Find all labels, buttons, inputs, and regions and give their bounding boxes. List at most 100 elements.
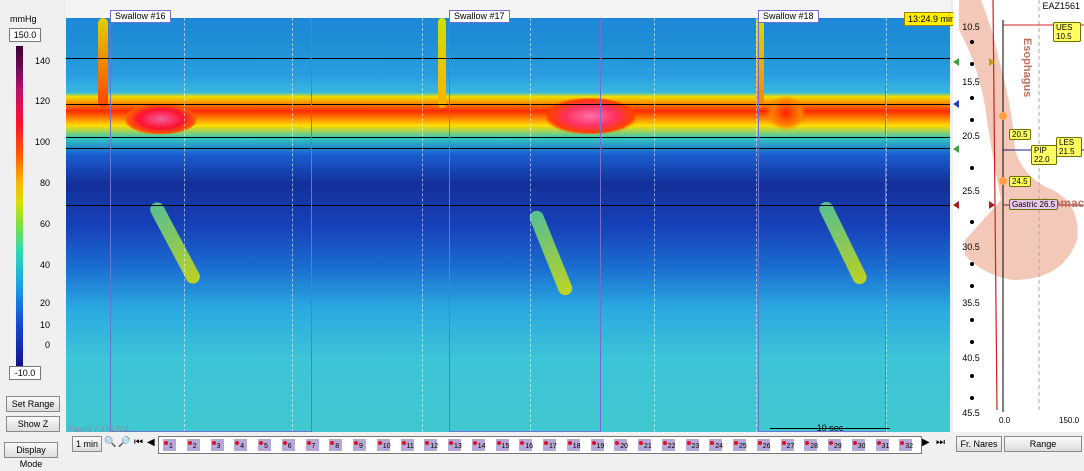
timeline-swallow-item[interactable]: 8 (329, 439, 343, 451)
timeline-swallow-item[interactable]: 19 (590, 439, 605, 451)
range-button[interactable]: Range (1004, 436, 1082, 452)
timeline-marker-dot (401, 441, 406, 445)
timeline-item-number: 18 (572, 443, 581, 450)
timeline-swallow-item[interactable]: 32 (899, 439, 914, 451)
swallow-window[interactable] (758, 18, 886, 432)
anatomy-panel[interactable]: EAZ1561 10.5 15.5 20.5 25.5 30.5 35.5 40… (953, 0, 1084, 432)
ues-tag[interactable]: UES 10.5 (1053, 22, 1081, 42)
timeline-marker-dot (377, 441, 382, 445)
swallow-label[interactable]: Swallow #17 (449, 10, 510, 23)
pressure-topography-plot[interactable] (66, 18, 950, 432)
timeline-swallow-item[interactable]: 10 (376, 439, 391, 451)
timeline-marker-dot (567, 441, 572, 445)
marker-20-tag[interactable]: 20.5 (1009, 129, 1031, 140)
timeline-swallow-item[interactable]: 11 (400, 439, 414, 451)
zoom-out-icon[interactable]: 🔎 (118, 437, 130, 448)
step-forward-icon[interactable]: ▶ (922, 437, 930, 448)
arrow-left-icon[interactable] (953, 58, 959, 66)
timeline-swallow-item[interactable]: 3 (210, 439, 224, 451)
timeline-swallow-item[interactable]: 6 (281, 439, 295, 451)
gastric-tag[interactable]: Gastric 26.5 (1009, 199, 1059, 210)
timeline-swallow-item[interactable]: 18 (566, 439, 581, 451)
timeline-swallow-item[interactable]: 9 (353, 439, 366, 451)
timeline-swallow-item[interactable]: 23 (685, 439, 699, 451)
timeline-item-number: 31 (881, 443, 890, 450)
unit-label: mmHg (10, 14, 37, 24)
timeline-swallow-item[interactable]: 24 (709, 439, 723, 451)
timeline-swallow-item[interactable]: 28 (804, 439, 819, 451)
swallow-window[interactable] (449, 18, 601, 432)
timeline-marker-dot (734, 441, 738, 445)
set-range-button[interactable]: Set Range (6, 396, 60, 412)
swallow-label[interactable]: Swallow #16 (110, 10, 171, 23)
timeline-swallow-item[interactable]: 26 (756, 439, 771, 451)
timeline-swallow-item[interactable]: 22 (661, 439, 676, 451)
time-marker (654, 18, 655, 432)
timeline-item-number: 32 (905, 443, 914, 450)
timeline-marker-dot (662, 441, 667, 445)
sensor-dot (970, 284, 974, 288)
timeline-marker-dot (330, 441, 335, 445)
marker-24-tag[interactable]: 24.5 (1009, 176, 1031, 187)
sensor-dot (970, 374, 974, 378)
timeline-item-number: 28 (810, 443, 819, 450)
timeline-swallow-item[interactable]: 4 (234, 439, 248, 451)
skip-end-icon[interactable]: ⏭ (936, 437, 945, 448)
timeline-marker-dot (639, 441, 643, 445)
timeline-marker-dot (472, 441, 477, 445)
time-readout: 13:24.9 min (904, 12, 960, 26)
scale-min-field[interactable]: -10.0 (9, 366, 41, 380)
timeline-item-number: 10 (382, 443, 391, 450)
timeline-marker-dot (757, 441, 762, 445)
skip-start-icon[interactable]: ⏮ (134, 437, 143, 448)
timeline-swallow-item[interactable]: 29 (828, 439, 842, 451)
timeline-swallow-item[interactable]: 13 (448, 439, 462, 451)
timeline-swallow-item[interactable]: 1 (163, 439, 176, 451)
time-marker (886, 18, 887, 432)
timeline-swallow-item[interactable]: 7 (305, 439, 319, 451)
timeline-item-number: 7 (311, 443, 316, 450)
timeline-swallow-item[interactable]: 14 (471, 439, 486, 451)
timeline-swallow-item[interactable]: 16 (519, 439, 533, 451)
timeline-swallow-item[interactable]: 31 (875, 439, 890, 451)
timeline-marker-dot (900, 441, 905, 445)
pip-tag[interactable]: PIP 22.0 (1031, 145, 1057, 165)
timeline-swallow-item[interactable]: 25 (733, 439, 747, 451)
tick-label: 100 (34, 137, 50, 147)
scale-max-field[interactable]: 150.0 (9, 28, 41, 42)
arrow-right-icon[interactable] (989, 58, 995, 66)
step-back-icon[interactable]: ◀ (147, 437, 155, 448)
timeline-item-number: 17 (549, 443, 557, 450)
timeline-item-number: 22 (667, 443, 676, 450)
timeline-swallow-item[interactable]: 15 (495, 439, 509, 451)
show-z-button[interactable]: Show Z (6, 416, 60, 432)
zoom-duration-button[interactable]: 1 min (72, 436, 102, 452)
arrow-right-icon[interactable] (989, 201, 995, 209)
depth-label: 20.5 (962, 131, 980, 141)
swallow-label[interactable]: Swallow #18 (758, 10, 819, 23)
swallow-timeline[interactable]: 1 2 3 4 5 6 7 8 9 10 11 12 13 14 15 16 17 18 19 20 21 22 23 24 2… (158, 436, 922, 454)
timeline-marker-dot (520, 441, 525, 445)
timeline-swallow-item[interactable]: 5 (258, 439, 271, 451)
timeline-marker-dot (829, 441, 833, 445)
nares-button[interactable]: Fr. Nares (956, 436, 1002, 452)
depth-label: 45.5 (962, 408, 980, 418)
timeline-swallow-item[interactable]: 17 (543, 439, 557, 451)
timeline-item-number: 19 (596, 443, 605, 450)
timeline-swallow-item[interactable]: 30 (851, 439, 866, 451)
les-tag[interactable]: LES 21.5 (1056, 137, 1082, 157)
timeline-swallow-item[interactable]: 2 (186, 439, 200, 451)
zoom-in-icon[interactable]: 🔍 (104, 437, 116, 448)
display-mode-button[interactable]: Display Mode (4, 442, 58, 469)
timeline-item-number: 29 (834, 443, 842, 450)
arrow-left-icon[interactable] (953, 145, 959, 153)
timeline-swallow-item[interactable]: 12 (424, 439, 438, 451)
arrow-left-icon[interactable] (953, 100, 959, 108)
timeline-swallow-item[interactable]: 27 (780, 439, 794, 451)
swallow-window[interactable] (110, 18, 312, 432)
timeline-swallow-item[interactable]: 20 (614, 439, 628, 451)
timeline-marker-dot (496, 441, 501, 445)
arrow-left-icon[interactable] (953, 201, 959, 209)
timeline-swallow-item[interactable]: 21 (638, 439, 652, 451)
timeline-marker-dot (686, 441, 691, 445)
